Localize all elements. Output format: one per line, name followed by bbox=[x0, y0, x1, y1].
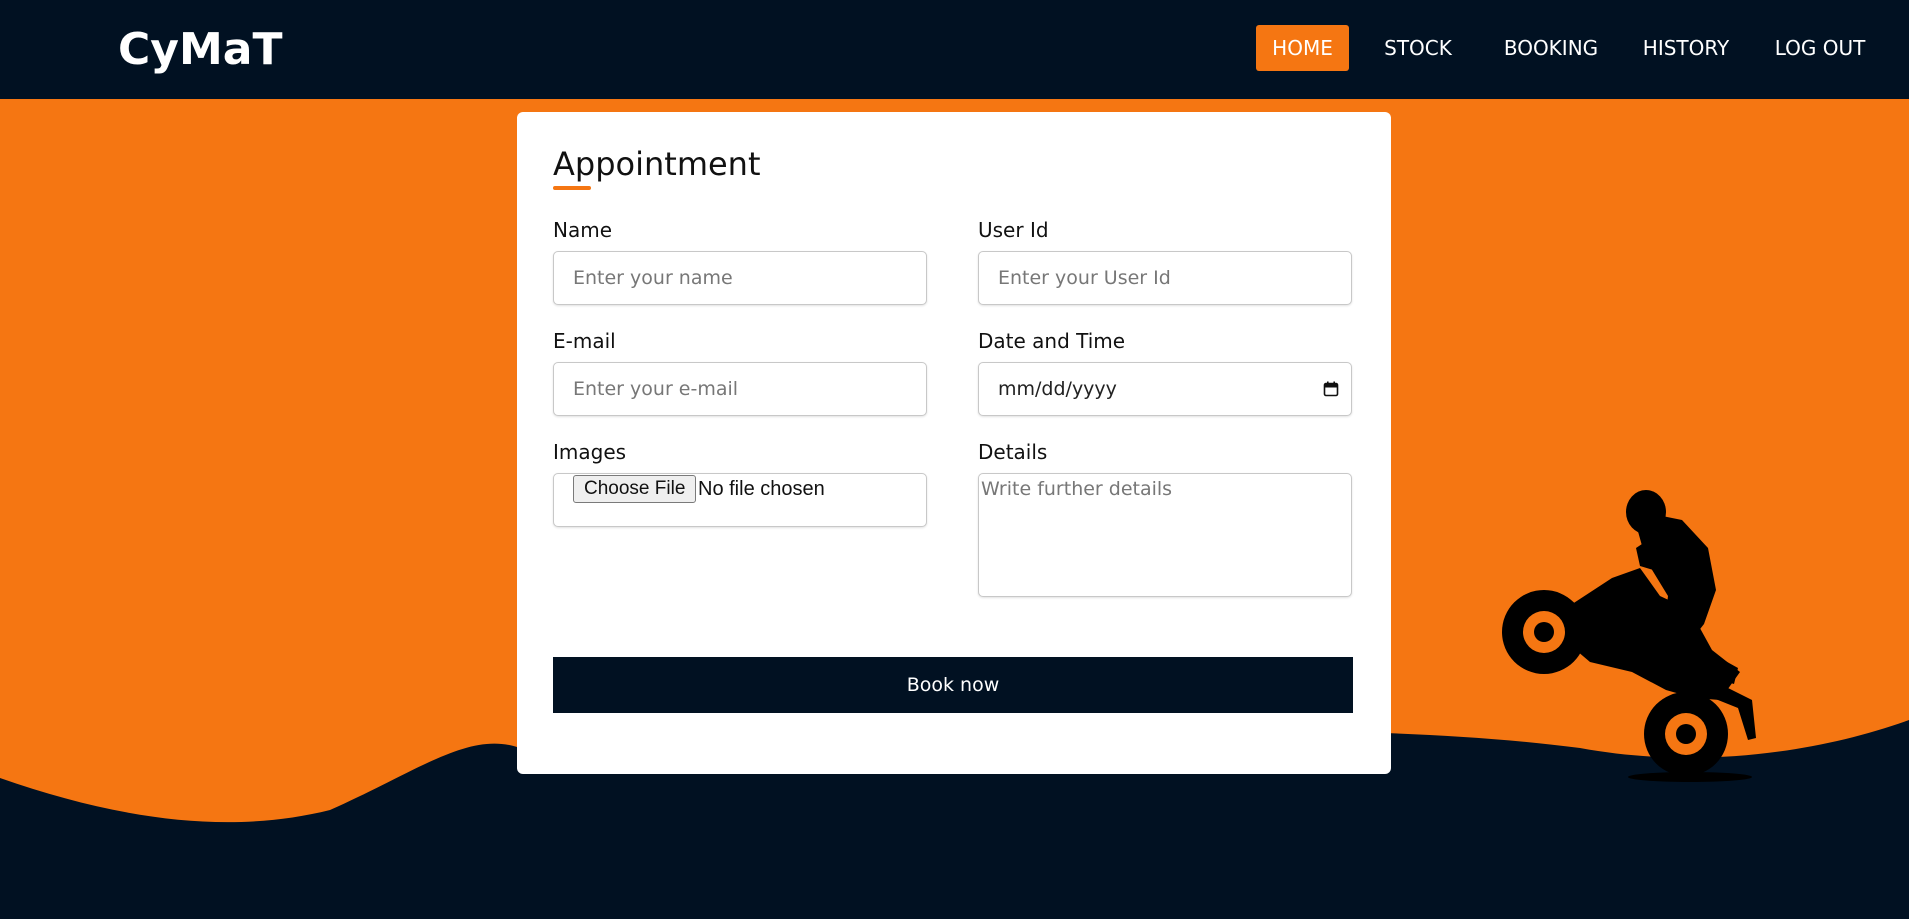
file-status-text: No file chosen bbox=[698, 478, 825, 500]
appointment-card: Appointment Name User Id E-mail Date and… bbox=[517, 112, 1391, 774]
user-id-input[interactable] bbox=[978, 251, 1352, 305]
datetime-value: mm/dd/yyyy bbox=[998, 378, 1117, 400]
nav-history[interactable]: HISTORY bbox=[1636, 25, 1736, 71]
brand-logo[interactable]: CyMaT bbox=[118, 20, 282, 80]
nav-stock[interactable]: STOCK bbox=[1370, 25, 1466, 71]
email-label: E-mail bbox=[553, 329, 616, 353]
name-input[interactable] bbox=[553, 251, 927, 305]
images-file-input: Choose File No file chosen bbox=[553, 473, 927, 527]
nav-booking[interactable]: BOOKING bbox=[1494, 25, 1608, 71]
name-label: Name bbox=[553, 218, 613, 242]
title-underline bbox=[553, 186, 591, 190]
datetime-input[interactable]: mm/dd/yyyy bbox=[978, 362, 1352, 416]
nav-home[interactable]: HOME bbox=[1256, 25, 1349, 71]
details-label: Details bbox=[978, 440, 1048, 464]
datetime-label: Date and Time bbox=[978, 329, 1126, 353]
form-title: Appointment bbox=[553, 145, 761, 183]
book-now-button[interactable]: Book now bbox=[553, 657, 1353, 713]
user-id-label: User Id bbox=[978, 218, 1049, 242]
nav-log-out[interactable]: LOG OUT bbox=[1764, 25, 1876, 71]
choose-file-button[interactable]: Choose File bbox=[573, 475, 697, 503]
top-navbar: CyMaT HOME STOCK BOOKING HISTORY LOG OUT bbox=[0, 0, 1909, 99]
calendar-icon[interactable] bbox=[1323, 381, 1339, 397]
images-label: Images bbox=[553, 440, 627, 464]
email-input[interactable] bbox=[553, 362, 927, 416]
details-textarea[interactable] bbox=[978, 473, 1352, 597]
